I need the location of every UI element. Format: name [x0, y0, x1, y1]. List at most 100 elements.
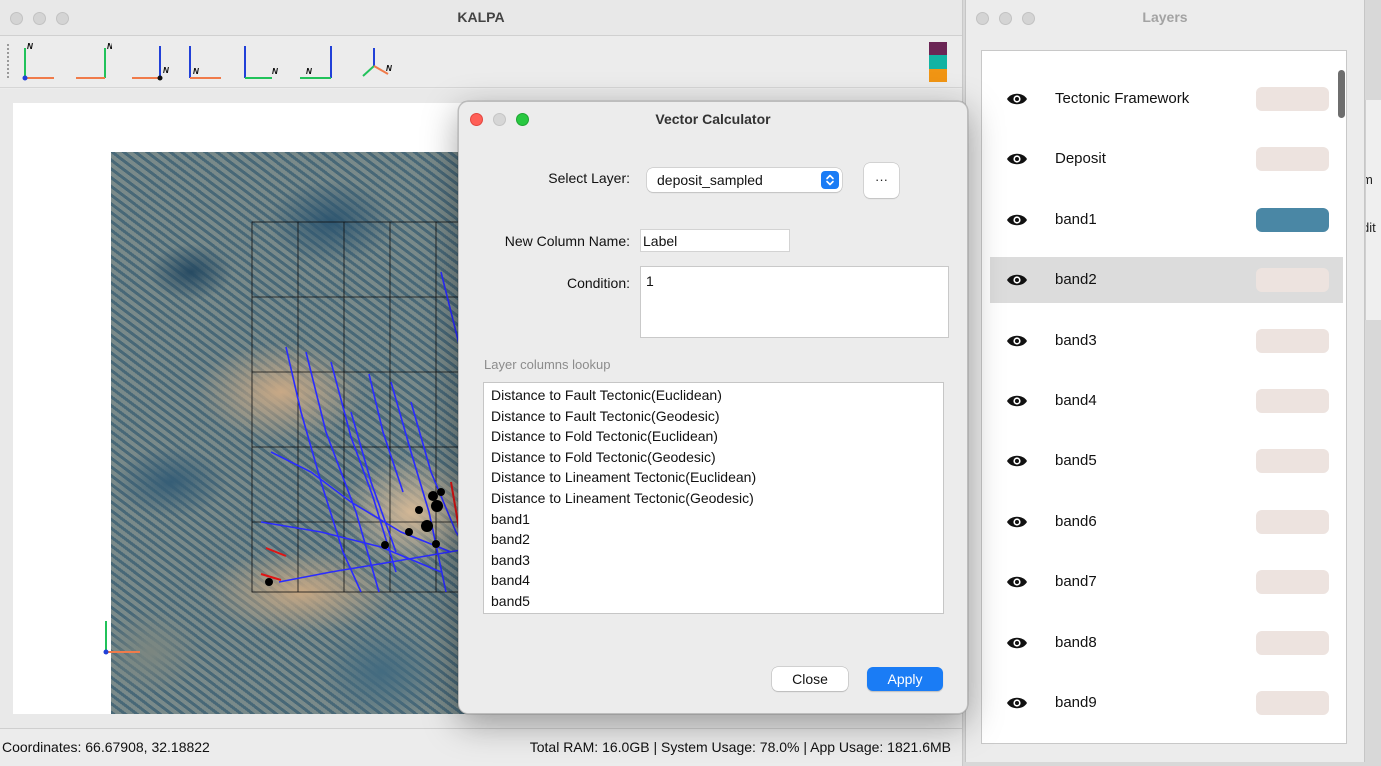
map-grid	[251, 221, 483, 593]
visibility-eye-icon[interactable]	[1006, 272, 1028, 288]
layer-color-button[interactable]	[1256, 449, 1329, 474]
layer-color-button[interactable]	[1256, 207, 1329, 232]
layer-color-button[interactable]	[1256, 630, 1329, 655]
layers-title: Layers	[1142, 9, 1188, 25]
column-list-item[interactable]: band1	[484, 509, 943, 530]
close-button[interactable]: Close	[772, 667, 848, 691]
layers-list[interactable]: Tectonic Framework Deposit band1 band2 band3…	[981, 50, 1347, 744]
coordinates-readout: Coordinates: 66.67908, 32.18822	[2, 739, 210, 755]
layer-name: band2	[1055, 271, 1097, 289]
layer-row[interactable]: Tectonic Framework	[990, 76, 1343, 122]
visibility-eye-icon[interactable]	[1006, 393, 1028, 409]
column-list-item[interactable]: band2	[484, 529, 943, 550]
axis-n-label: N	[386, 64, 392, 73]
window-title: KALPA	[457, 9, 505, 25]
layer-row[interactable]: band8	[990, 620, 1343, 666]
layer-color-button[interactable]	[1256, 328, 1329, 353]
dialog-titlebar: Vector Calculator	[459, 102, 967, 138]
swatch-purple	[929, 42, 947, 56]
layer-row[interactable]: band5	[990, 438, 1343, 484]
memory-usage-readout: Total RAM: 16.0GB | System Usage: 78.0% …	[529, 739, 951, 755]
layer-name: band5	[1055, 452, 1097, 470]
status-bar: Coordinates: 66.67908, 32.18822 Total RA…	[0, 728, 962, 766]
layer-columns-list[interactable]: Distance to Fault Tectonic(Euclidean) Dis…	[483, 382, 944, 614]
layer-color-button[interactable]	[1256, 570, 1329, 595]
view-north-back-button[interactable]: N	[296, 40, 336, 82]
visibility-eye-icon[interactable]	[1006, 333, 1028, 349]
visibility-eye-icon[interactable]	[1006, 635, 1028, 651]
axis-north-down-right-icon: N	[189, 46, 221, 79]
axis-north-up-icon: N	[22, 42, 54, 81]
visibility-eye-icon[interactable]	[1006, 212, 1028, 228]
map-orientation-axis-icon	[103, 621, 140, 655]
axis-3d-icon: N	[362, 48, 392, 77]
view-north-up-button[interactable]: N	[14, 40, 54, 82]
column-list-item[interactable]: Distance to Fault Tectonic(Euclidean)	[484, 385, 943, 406]
layer-row[interactable]: Deposit	[990, 136, 1343, 182]
visibility-eye-icon[interactable]	[1006, 91, 1028, 107]
axis-n-label: N	[306, 67, 312, 76]
layer-color-button[interactable]	[1256, 389, 1329, 413]
select-layer-label: Select Layer:	[548, 170, 630, 186]
map-vector-overlay	[251, 221, 483, 593]
column-list-item[interactable]: Distance to Lineament Tectonic(Euclidean…	[484, 467, 943, 488]
toolbar-drag-handle[interactable]	[7, 44, 9, 78]
new-column-name-input[interactable]	[640, 229, 790, 252]
view-toolbar: N N N N N N	[0, 36, 962, 88]
layer-row[interactable]: band7	[990, 559, 1343, 605]
view-3d-button[interactable]: N	[356, 40, 396, 82]
layer-row[interactable]: band6	[990, 499, 1343, 545]
swatch-orange	[929, 68, 947, 82]
axis-n-label: N	[272, 67, 278, 76]
layer-row[interactable]: band4	[990, 378, 1343, 424]
apply-button[interactable]: Apply	[867, 667, 943, 691]
dropdown-stepper-icon	[821, 171, 839, 189]
visibility-eye-icon[interactable]	[1006, 574, 1028, 590]
layer-color-button[interactable]	[1256, 87, 1329, 111]
layer-color-button[interactable]	[1256, 147, 1329, 172]
view-north-down-right-button[interactable]: N	[183, 40, 223, 82]
select-layer-dropdown[interactable]: deposit_sampled	[647, 168, 842, 192]
axis-north-right-icon: N	[76, 42, 112, 79]
condition-label: Condition:	[566, 275, 630, 291]
layer-row[interactable]: band2	[990, 257, 1343, 304]
view-north-left-button[interactable]: N	[130, 40, 170, 82]
layer-color-button[interactable]	[1256, 691, 1329, 715]
view-north-down-button[interactable]: N	[238, 40, 278, 82]
layer-row[interactable]: band3	[990, 318, 1343, 364]
lineament-lines	[260, 471, 483, 593]
fault-lines	[260, 271, 483, 593]
layer-row[interactable]: band9	[990, 680, 1343, 726]
visibility-eye-icon[interactable]	[1006, 453, 1028, 469]
axis-n-label: N	[193, 67, 199, 76]
column-list-item[interactable]: band3	[484, 550, 943, 571]
layers-window: Layers Tectonic Framework Deposit band1 ban…	[965, 0, 1365, 762]
axis-north-left-icon: N	[132, 46, 169, 81]
axis-n-label: N	[163, 66, 169, 75]
column-list-item[interactable]: Distance to Fold Tectonic(Geodesic)	[484, 447, 943, 468]
background-window-text-fragment: m	[1366, 172, 1373, 187]
axis-north-back-icon: N	[300, 46, 332, 79]
visibility-eye-icon[interactable]	[1006, 514, 1028, 530]
column-list-item[interactable]: band4	[484, 570, 943, 591]
layer-color-button[interactable]	[1256, 509, 1329, 534]
layer-columns-lookup-label: Layer columns lookup	[484, 357, 611, 372]
browse-layer-button[interactable]: ···	[864, 163, 899, 198]
condition-input[interactable]: 1	[640, 266, 949, 338]
column-list-item[interactable]: band5	[484, 591, 943, 612]
column-list-item[interactable]: Distance to Lineament Tectonic(Geodesic)	[484, 488, 943, 509]
layer-row[interactable]: band1	[990, 197, 1343, 243]
column-list-item[interactable]: Distance to Fold Tectonic(Euclidean)	[484, 426, 943, 447]
vector-calculator-dialog: Vector Calculator Select Layer: deposit_…	[458, 101, 968, 714]
axis-n-label: N	[27, 42, 33, 51]
layer-color-button[interactable]	[1256, 268, 1329, 293]
layer-name: band6	[1055, 512, 1097, 530]
visibility-eye-icon[interactable]	[1006, 695, 1028, 711]
column-list-item[interactable]: Distance to Fault Tectonic(Geodesic)	[484, 406, 943, 427]
layer-name: band4	[1055, 392, 1097, 409]
color-swatch-strip[interactable]	[929, 42, 947, 82]
view-north-up-right-button[interactable]: N	[72, 40, 112, 82]
swatch-teal	[929, 55, 947, 69]
deposit-points	[265, 488, 445, 586]
visibility-eye-icon[interactable]	[1006, 151, 1028, 167]
